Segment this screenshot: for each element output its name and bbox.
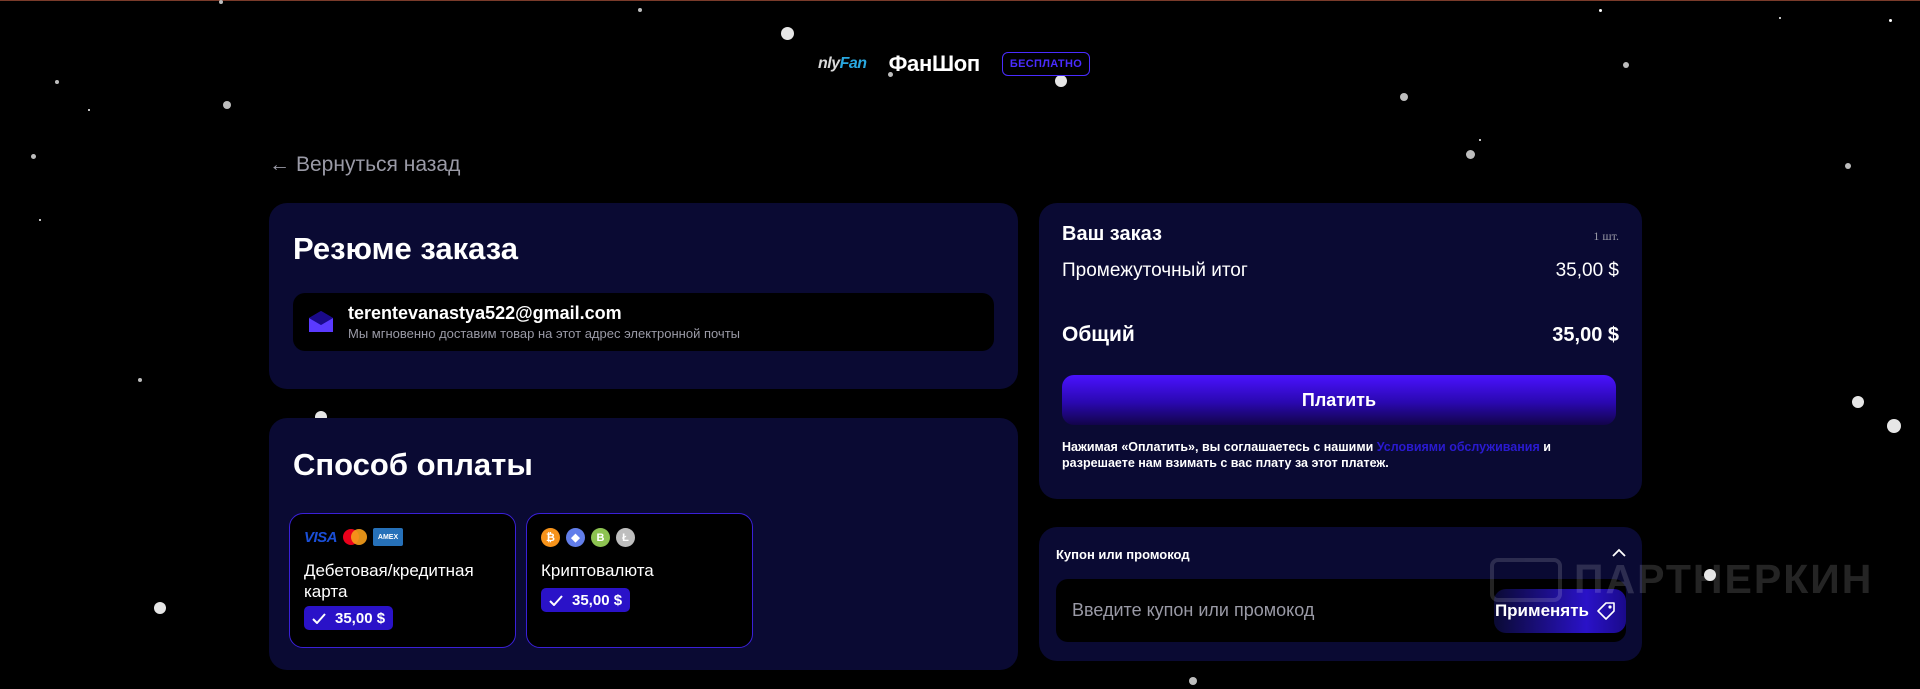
bitcoin-cash-icon: B — [591, 528, 610, 547]
arrow-left-icon: ← — [269, 153, 290, 176]
email-note: Мы мгновенно доставим товар на этот адре… — [348, 326, 741, 341]
terms-of-service-link[interactable]: Условиями обслуживания — [1377, 440, 1540, 454]
apply-coupon-label: Применять — [1494, 601, 1589, 620]
partnerkin-watermark: ПАРТНЕРКИН — [1490, 556, 1873, 603]
star-dot — [1852, 396, 1864, 408]
onlyfans-logo[interactable]: nlyFan — [818, 55, 867, 73]
pay-button[interactable]: Платить — [1062, 375, 1616, 425]
star-dot — [1400, 93, 1408, 101]
star-dot — [88, 109, 90, 111]
price-badge: 35,00 $ — [304, 606, 394, 630]
subtotal-label: Промежуточный итог — [1062, 260, 1248, 281]
litecoin-icon: Ł — [616, 528, 635, 547]
star-dot — [1887, 419, 1901, 433]
star-dot — [780, 26, 794, 40]
order-summary-panel: Резюме заказа terentevanastya522@gmail.c… — [269, 203, 1018, 389]
ethereum-icon: ◆ — [566, 528, 585, 547]
star-dot — [638, 8, 642, 12]
tag-icon — [1597, 602, 1615, 620]
payment-option-label: Криптовалюта — [541, 561, 654, 580]
coupon-input[interactable] — [1056, 579, 1476, 642]
total-label: Общий — [1062, 323, 1135, 346]
crypto-icons: ₿ ◆ B Ł — [541, 528, 635, 547]
price-badge: 35,00 $ — [541, 588, 631, 612]
envelope-icon — [309, 311, 333, 332]
star-dot — [1779, 17, 1781, 19]
free-badge: БЕСПЛАТНО — [1001, 52, 1091, 76]
checkmark-icon — [549, 594, 563, 606]
watermark-text: ПАРТНЕРКИН — [1574, 556, 1874, 602]
top-border-line — [0, 0, 1920, 1]
payment-option-label: Дебетовая/кредитная карта — [304, 561, 474, 601]
star-dot — [1888, 18, 1892, 22]
your-order-title: Ваш заказ — [1062, 223, 1162, 245]
star-dot — [55, 80, 59, 84]
card-brand-icons: VISA AMEX — [304, 528, 404, 546]
star-dot — [1189, 677, 1197, 685]
mastercard-icon — [343, 529, 368, 545]
watermark-icon — [1490, 557, 1562, 602]
payment-option-crypto[interactable]: ₿ ◆ B Ł Криптовалюта 35,00 $ — [526, 513, 753, 648]
star-dot — [39, 219, 41, 221]
your-order-panel: Ваш заказ 1 шт. Промежуточный итог 35,00… — [1039, 203, 1642, 499]
star-dot — [1845, 163, 1851, 169]
payment-method-title: Способ оплаты — [293, 447, 533, 482]
star-dot — [1598, 8, 1602, 12]
payment-method-panel: Способ оплаты VISA AMEX Дебетовая/кредит… — [269, 418, 1018, 670]
star-dot — [1623, 62, 1629, 68]
order-quantity: 1 шт. — [1593, 229, 1619, 243]
star-dot — [30, 153, 36, 159]
total-value: 35,00 $ — [1552, 324, 1619, 346]
amex-icon: AMEX — [373, 528, 404, 546]
star-dot — [219, 0, 223, 4]
price-badge-value: 35,00 $ — [572, 591, 623, 609]
order-summary-title: Резюме заказа — [293, 231, 519, 266]
email-box: terentevanastya522@gmail.com Мы мгновенн… — [293, 293, 994, 351]
visa-icon: VISA — [304, 528, 338, 546]
price-badge-value: 35,00 $ — [335, 609, 386, 627]
fanshop-logo[interactable]: ФанШоп — [889, 51, 981, 77]
terms-text-before: Нажимая «Оплатить», вы соглашаетесь с на… — [1062, 440, 1374, 454]
terms-notice: Нажимая «Оплатить», вы соглашаетесь с на… — [1062, 439, 1622, 471]
star-dot — [1465, 149, 1475, 159]
bitcoin-icon: ₿ — [541, 528, 560, 547]
star-dot — [138, 378, 142, 382]
subtotal-value: 35,00 $ — [1555, 260, 1619, 281]
star-dot — [1479, 139, 1481, 141]
star-dot — [223, 101, 231, 109]
star-dot — [154, 602, 166, 614]
coupon-title: Купон или промокод — [1056, 547, 1190, 562]
payment-option-card[interactable]: VISA AMEX Дебетовая/кредитная карта 35,0… — [289, 513, 516, 648]
site-header: nlyFan ФанШоп БЕСПЛАТНО — [818, 46, 1091, 82]
back-link[interactable]: ← Вернуться назад — [269, 153, 460, 177]
logo-fan: Fan — [839, 55, 867, 72]
back-link-label: Вернуться назад — [296, 153, 461, 176]
email-address: terentevanastya522@gmail.com — [348, 303, 622, 323]
logo-prefix: nly — [818, 55, 840, 72]
checkmark-icon — [312, 612, 326, 624]
